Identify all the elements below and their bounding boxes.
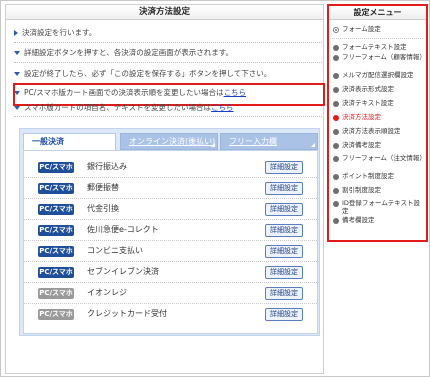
bullet-icon bbox=[333, 188, 339, 194]
bullet-icon bbox=[333, 45, 339, 51]
detail-settings-button[interactable]: 詳細設定 bbox=[265, 224, 303, 237]
settings-menu: 設定メニュー フォーム設定 フォームテキスト設定 フリーフォーム（顧客情報） メ… bbox=[327, 4, 428, 242]
detail-settings-button[interactable]: 詳細設定 bbox=[265, 287, 303, 300]
detail-settings-button[interactable]: 詳細設定 bbox=[265, 266, 303, 279]
bullet-icon bbox=[333, 129, 339, 135]
payment-row: PC/スマホ 銀行振込み 詳細設定 bbox=[24, 157, 317, 178]
bullet-icon bbox=[333, 73, 339, 79]
payment-label: 代金引換 bbox=[87, 204, 119, 213]
sidebar-item[interactable]: フリーフォーム（注文情報） bbox=[332, 154, 426, 163]
main-panel: 決済方法設定 決済設定を行います。 詳細設定ボタンを押すと、各決済の設定画面が表… bbox=[5, 4, 325, 374]
divider bbox=[14, 62, 322, 63]
detail-settings-button[interactable]: 詳細設定 bbox=[265, 245, 303, 258]
divider bbox=[14, 116, 322, 117]
platform-badge: PC/スマホ bbox=[38, 183, 74, 194]
page-title: 決済方法設定 bbox=[6, 5, 323, 20]
bullet-icon bbox=[333, 156, 339, 162]
detail-settings-button[interactable]: 詳細設定 bbox=[265, 161, 303, 174]
bullet-icon bbox=[333, 143, 339, 149]
payment-label: クレジットカード受付 bbox=[87, 309, 167, 318]
payment-row: PC/スマホ コンビニ支払い 詳細設定 bbox=[24, 241, 317, 262]
payment-label: 銀行振込み bbox=[87, 162, 127, 171]
payment-label: 佐川急便e-コレクト bbox=[87, 225, 159, 234]
platform-badge: PC/スマホ bbox=[38, 288, 74, 299]
divider bbox=[14, 42, 322, 43]
bullet-icon bbox=[333, 101, 339, 107]
platform-badge: PC/スマホ bbox=[38, 225, 74, 236]
arrow-down-icon bbox=[14, 72, 20, 76]
sidebar-item[interactable]: メルマガ配信選択欄設定 bbox=[332, 71, 426, 80]
sidebar-item[interactable]: ID登録フォームテキスト設定 bbox=[332, 199, 426, 215]
tab-online-payment[interactable]: オンライン決済(後払い) bbox=[120, 133, 218, 150]
payment-row: PC/スマホ 佐川急便e-コレクト 詳細設定 bbox=[24, 220, 317, 241]
sidebar-item[interactable]: ポイント制度設定 bbox=[332, 172, 426, 181]
tab-free-input[interactable]: フリー入力欄 bbox=[220, 133, 318, 150]
platform-badge: PC/スマホ bbox=[38, 246, 74, 257]
corner-icon bbox=[211, 143, 215, 147]
sidebar-item[interactable]: 備考欄設定 bbox=[332, 216, 426, 225]
arrow-right-icon bbox=[14, 30, 18, 36]
menu-title: 設定メニュー bbox=[329, 6, 426, 20]
note-2: 設定が終了したら、必ず「この設定を保存する」ボタンを押して下さい。 bbox=[14, 69, 271, 79]
arrow-down-icon bbox=[14, 106, 20, 110]
payment-row: PC/スマホ イオンレジ 詳細設定 bbox=[24, 283, 317, 304]
payment-row: PC/スマホ 代金引換 詳細設定 bbox=[24, 199, 317, 220]
payment-label: 郵便振替 bbox=[87, 183, 119, 192]
platform-badge: PC/スマホ bbox=[38, 267, 74, 278]
payment-label: セブンイレブン決済 bbox=[87, 267, 159, 276]
intro-text: 決済設定を行います。 bbox=[14, 28, 96, 38]
detail-settings-button[interactable]: 詳細設定 bbox=[265, 182, 303, 195]
payment-row: PC/スマホ 郵便振替 詳細設定 bbox=[24, 178, 317, 199]
note-1: 詳細設定ボタンを押すと、各決済の設定画面が表示されます。 bbox=[14, 48, 233, 58]
bullet-icon bbox=[333, 174, 339, 180]
detail-settings-button[interactable]: 詳細設定 bbox=[265, 308, 303, 321]
detail-settings-button[interactable]: 詳細設定 bbox=[265, 203, 303, 216]
sp-text-link[interactable]: こちら bbox=[211, 103, 234, 112]
sidebar-item[interactable]: フォームテキスト設定 bbox=[332, 43, 426, 52]
bullet-icon bbox=[333, 201, 339, 207]
divider bbox=[332, 38, 423, 39]
payment-row: PC/スマホ セブンイレブン決済 詳細設定 bbox=[24, 262, 317, 283]
arrow-down-icon bbox=[14, 51, 20, 55]
sidebar-item[interactable]: 決済テキスト設定 bbox=[332, 99, 426, 108]
bullet-icon bbox=[333, 218, 339, 224]
bullet-icon bbox=[333, 87, 339, 93]
bullet-icon bbox=[333, 115, 339, 121]
platform-badge: PC/スマホ bbox=[38, 204, 74, 215]
sidebar-item[interactable]: 決済備考設定 bbox=[332, 141, 426, 150]
corner-icon bbox=[311, 143, 315, 147]
sidebar-item[interactable]: フリーフォーム（顧客情報） bbox=[332, 53, 426, 62]
payment-row: PC/スマホ クレジットカード受付 詳細設定 bbox=[24, 304, 317, 325]
sidebar-item[interactable]: 決済表示形式設定 bbox=[332, 85, 426, 94]
payment-label: イオンレジ bbox=[87, 288, 127, 297]
payment-label: コンビニ支払い bbox=[87, 246, 143, 255]
bullet-icon bbox=[333, 55, 339, 61]
tab-general-payment[interactable]: 一般決済 bbox=[23, 133, 116, 151]
sp-text-link-line: スマホ版カートの項目名、テキストを変更したい場合はこちら bbox=[14, 103, 234, 113]
sidebar-item-form-settings[interactable]: フォーム設定 bbox=[332, 25, 426, 34]
sidebar-item[interactable]: 割引制度設定 bbox=[332, 186, 426, 195]
bullet-icon bbox=[333, 27, 339, 33]
platform-badge: PC/スマホ bbox=[38, 162, 74, 173]
sidebar-item[interactable]: 決済方法表示順設定 bbox=[332, 127, 426, 136]
sidebar-item-active[interactable]: 決済方法設定 bbox=[332, 113, 426, 122]
window: 決済方法設定 決済設定を行います。 詳細設定ボタンを押すと、各決済の設定画面が表… bbox=[0, 0, 430, 377]
platform-badge: PC/スマホ bbox=[38, 309, 74, 320]
payment-tabs-panel: 一般決済 オンライン決済(後払い) フリー入力欄 PC/スマホ 銀行振込み 詳細… bbox=[19, 128, 320, 336]
payment-list: PC/スマホ 銀行振込み 詳細設定 PC/スマホ 郵便振替 詳細設定 PC/スマ… bbox=[23, 150, 318, 334]
